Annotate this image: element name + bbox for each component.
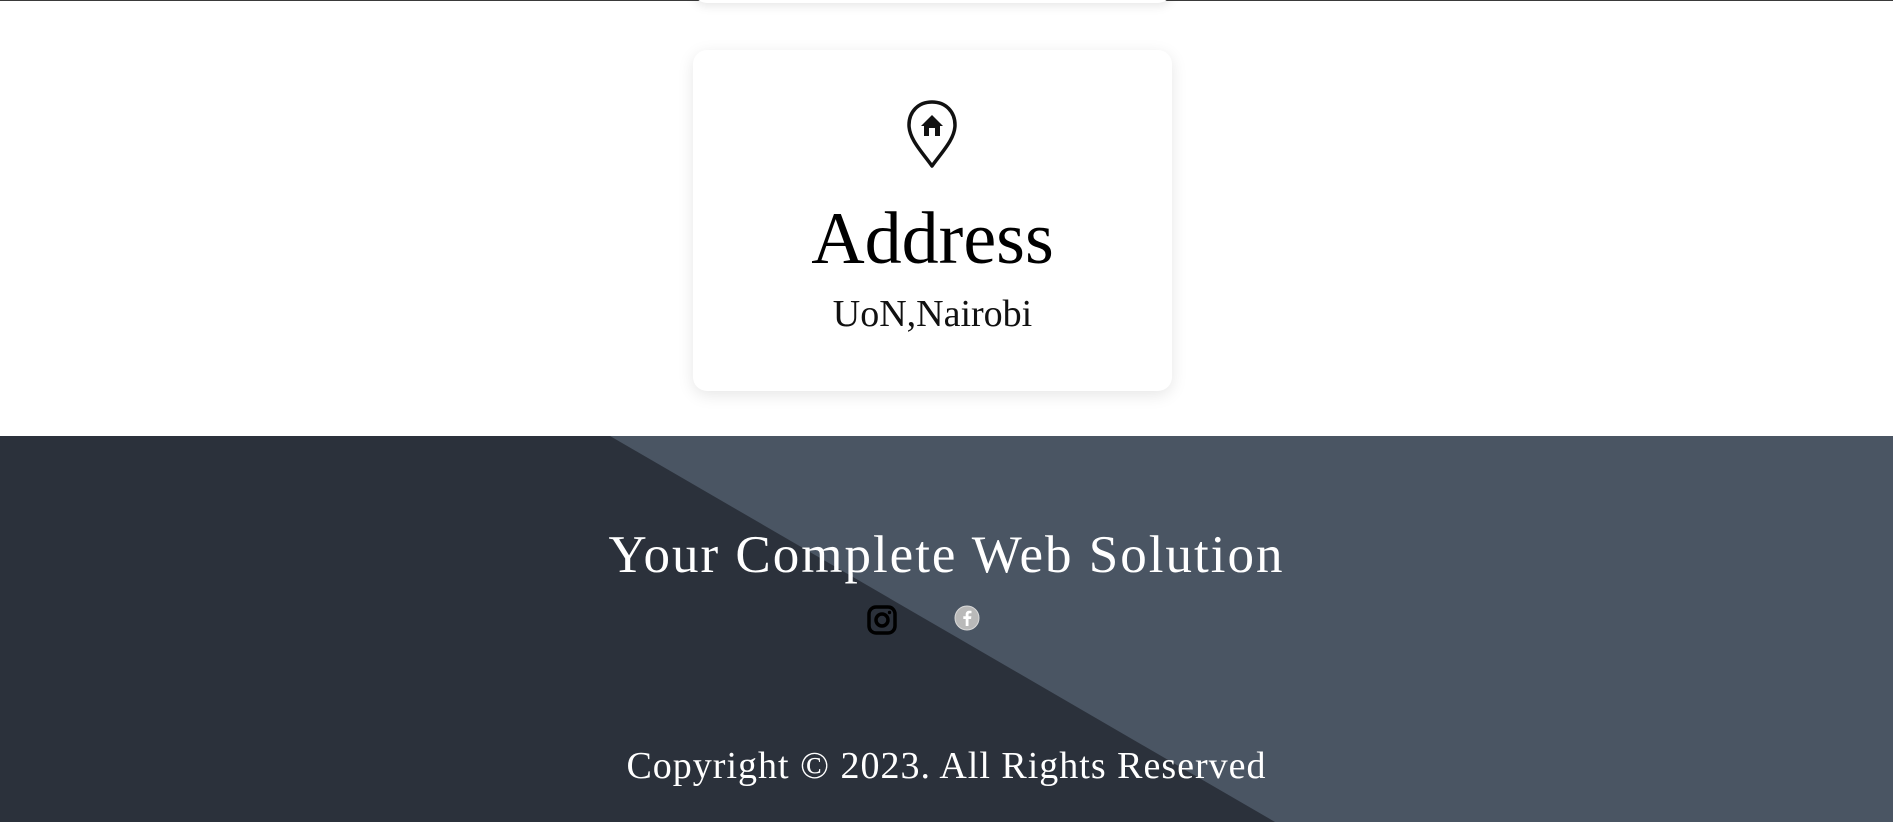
facebook-icon[interactable] (954, 605, 980, 631)
copyright-text: Copyright © 2023. All Rights Reserved (626, 745, 1267, 787)
instagram-icon[interactable] (867, 605, 897, 635)
previous-contact-card (693, 0, 1172, 3)
map-pin-home-icon (904, 98, 960, 170)
address-text: UoN,Nairobi (832, 293, 1033, 335)
address-card: Address UoN,Nairobi (693, 50, 1172, 391)
page: Address UoN,Nairobi Your Complete Web So… (0, 0, 1893, 822)
card-title: Address (811, 198, 1054, 280)
social-links (867, 605, 987, 641)
footer: Your Complete Web Solution Copyright © 2… (0, 436, 1893, 822)
footer-tagline: Your Complete Web Solution (608, 526, 1285, 584)
